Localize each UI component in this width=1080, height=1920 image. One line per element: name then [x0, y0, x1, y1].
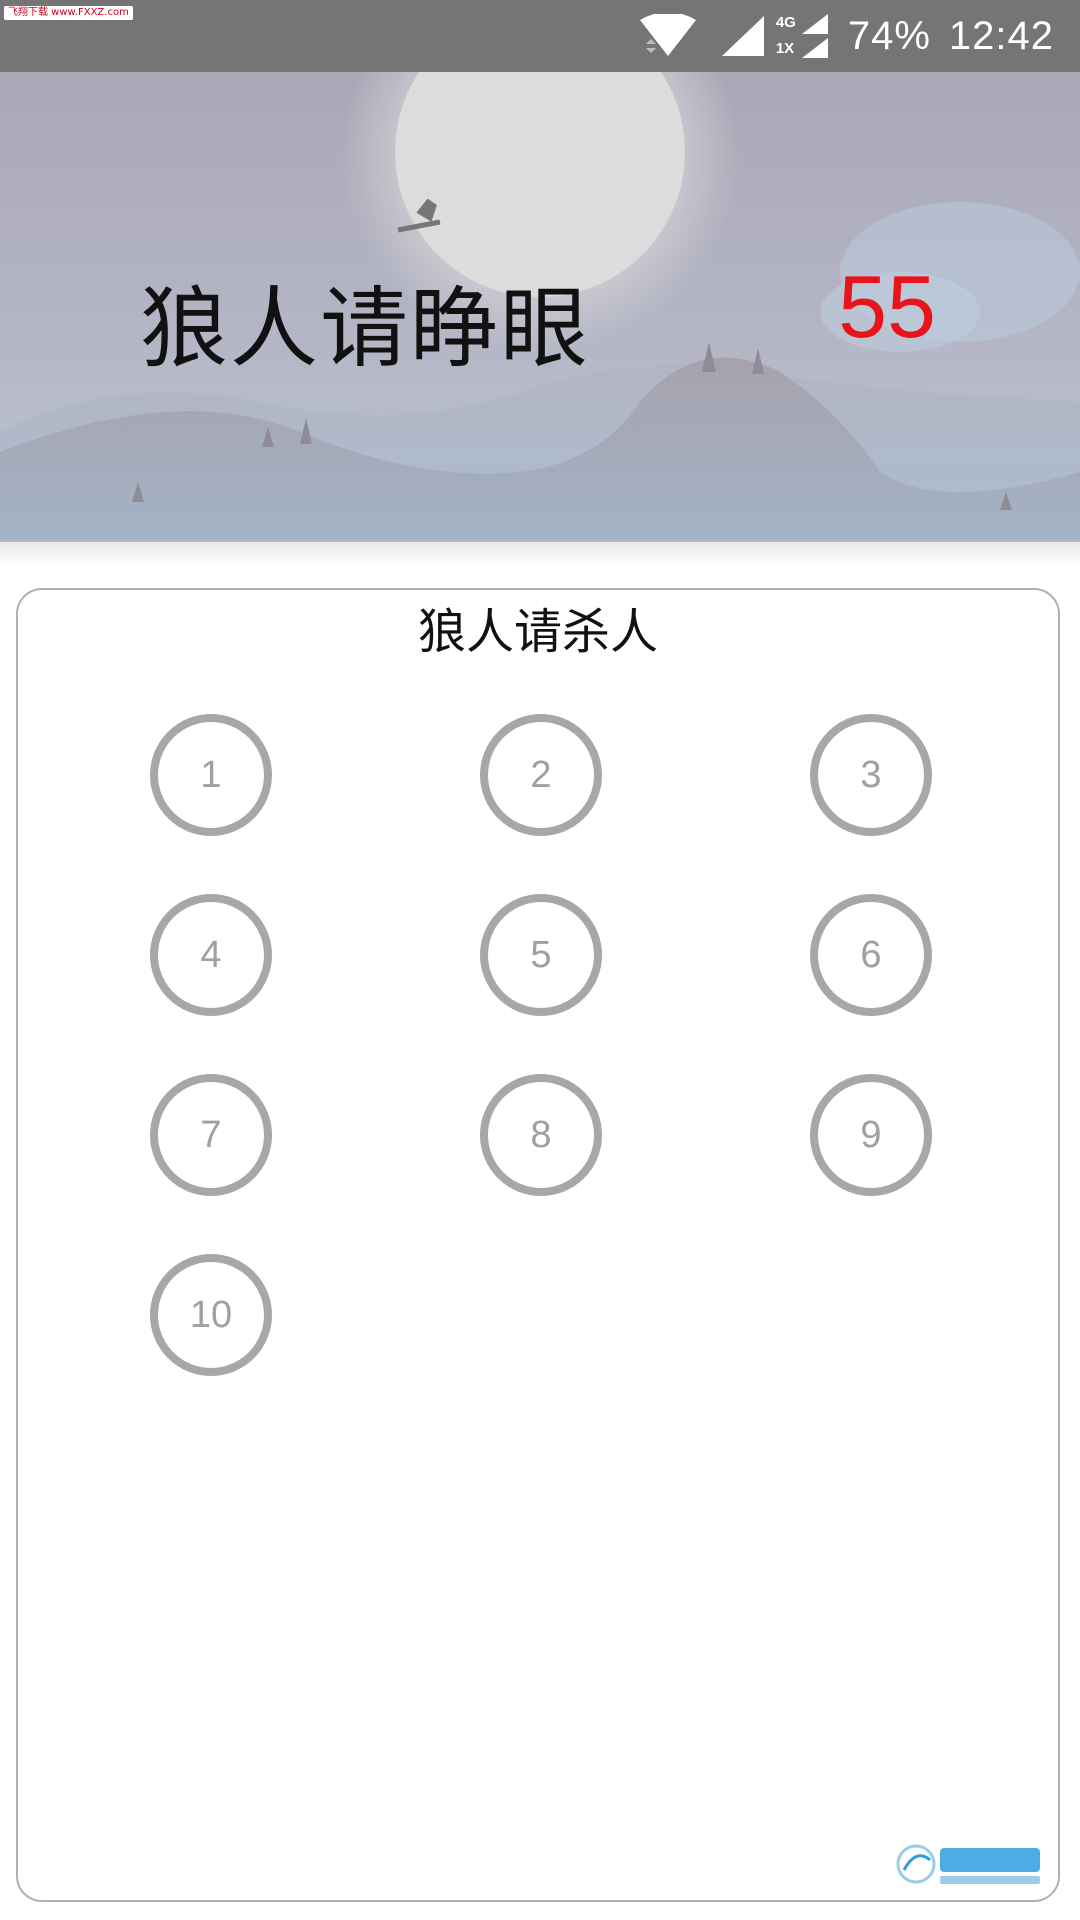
night-scene-header: 狼人请睁眼 55: [0, 72, 1080, 542]
header-shadow: [0, 542, 1080, 564]
clock: 12:42: [948, 13, 1054, 58]
kill-selection-panel: 狼人请杀人 1 2 3 4 5 6 7 8 9 10: [16, 588, 1060, 1902]
seat-button-4[interactable]: 4: [150, 894, 272, 1016]
seat-button-1[interactable]: 1: [150, 714, 272, 836]
network-indicator: 4G 1X: [776, 10, 830, 62]
wifi-icon: [639, 14, 696, 56]
seat-button-10[interactable]: 10: [150, 1254, 272, 1376]
watermark-logo: [896, 1844, 1040, 1884]
countdown-timer: 55: [838, 257, 936, 356]
seat-button-5[interactable]: 5: [480, 894, 602, 1016]
network-type-top: 4G: [775, 14, 796, 31]
seat-button-3[interactable]: 3: [810, 714, 932, 836]
status-bar: 飞翔下载 www.FXXZ.com 4G 1X 74% 12:42: [0, 0, 1080, 72]
cell-signal-icon: [721, 16, 764, 56]
seat-button-7[interactable]: 7: [150, 1074, 272, 1196]
watermark-badge: 飞翔下载 www.FXXZ.com: [4, 6, 133, 20]
seat-button-6[interactable]: 6: [810, 894, 932, 1016]
panel-title: 狼人请杀人: [417, 604, 658, 660]
phase-title: 狼人请睁眼: [140, 277, 591, 380]
seat-button-8[interactable]: 8: [480, 1074, 602, 1196]
cell-signal-secondary-icon: [801, 14, 828, 58]
network-type-bottom: 1X: [775, 40, 795, 57]
battery-percent: 74%: [847, 13, 931, 58]
seat-button-9[interactable]: 9: [810, 1074, 932, 1196]
seat-button-2[interactable]: 2: [480, 714, 602, 836]
